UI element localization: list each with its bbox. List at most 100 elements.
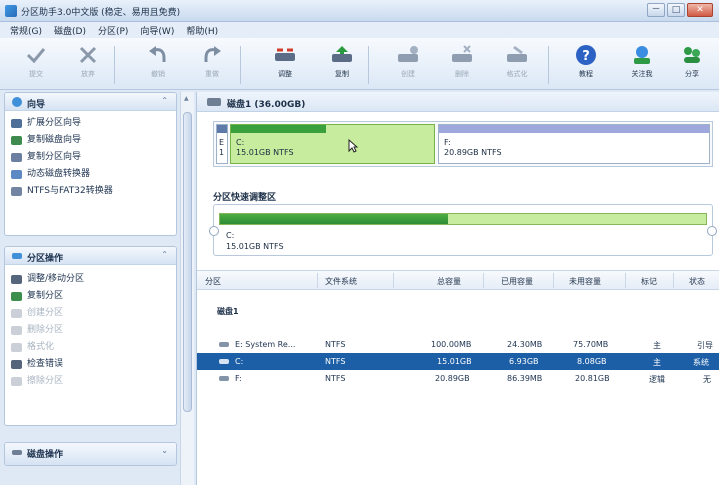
- convert-icon: [11, 187, 22, 196]
- apply-button[interactable]: 提交: [16, 44, 56, 86]
- op-create-partition[interactable]: 创建分区: [5, 305, 176, 322]
- disk-ops-header[interactable]: 磁盘操作 ⌄: [5, 443, 176, 465]
- col-total[interactable]: 总容量: [437, 276, 461, 287]
- wizard-copy-partition[interactable]: 复制分区向导: [5, 149, 176, 166]
- table-row-f[interactable]: F: NTFS 20.89GB 86.39MB 20.81GB 逻辑 无: [197, 370, 719, 387]
- wizard-panel: 向导 ⌃ 扩展分区向导 复制磁盘向导 复制分区向导 动态磁盘转换器 NTFS与F…: [4, 92, 177, 236]
- create-partition-icon: [398, 46, 418, 62]
- op-resize-move[interactable]: 调整/移动分区: [5, 271, 176, 288]
- partition-icon: [219, 376, 229, 381]
- menu-general[interactable]: 常规(G): [4, 22, 48, 38]
- wizard-icon: [12, 97, 22, 107]
- resize-handle-right[interactable]: [707, 226, 717, 236]
- table-header: 分区 文件系统 总容量 已用容量 未用容量 标记 状态: [197, 270, 719, 290]
- disk-icon: [12, 450, 22, 455]
- table-row-e[interactable]: E: System Re... NTFS 100.00MB 24.30MB 75…: [197, 336, 719, 353]
- format-icon: [11, 343, 22, 352]
- disk-map-partition-f[interactable]: F: 20.89GB NTFS: [438, 124, 710, 164]
- partition-icon: [12, 253, 22, 259]
- quick-resize-panel: C: 15.01GB NTFS: [209, 204, 717, 256]
- minimize-button[interactable]: －: [647, 3, 665, 17]
- col-filesystem[interactable]: 文件系统: [325, 276, 357, 287]
- disk-map-system-partition[interactable]: E1: [216, 124, 228, 164]
- resize-button[interactable]: 调整: [265, 44, 305, 86]
- tutorial-button[interactable]: ? 教程: [566, 44, 606, 86]
- collapse-icon[interactable]: ⌃: [161, 96, 168, 105]
- disk-group-row: 磁盘1: [217, 307, 239, 316]
- app-icon: [5, 5, 17, 17]
- wizard-dynamic-disk[interactable]: 动态磁盘转换器: [5, 166, 176, 183]
- discard-x-icon: [79, 46, 97, 64]
- copy-partition-icon: [332, 46, 352, 62]
- disk-map-partition-c[interactable]: C: 15.01GB NTFS: [230, 124, 435, 164]
- menu-partition[interactable]: 分区(P): [92, 22, 134, 38]
- undo-icon: [149, 46, 166, 62]
- copy-partition-icon: [11, 153, 22, 162]
- dynamic-disk-icon: [11, 170, 22, 179]
- wipe-icon: [11, 377, 22, 386]
- sidebar: 向导 ⌃ 扩展分区向导 复制磁盘向导 复制分区向导 动态磁盘转换器 NTFS与F…: [4, 92, 177, 485]
- disk-map: E1 C: 15.01GB NTFS F: 20.89GB NTFS: [213, 121, 713, 167]
- main-content: 磁盘1 (36.00GB) E1 C: 15.01GB NTFS F: 20.89G…: [196, 92, 719, 485]
- share-icon: [684, 47, 700, 63]
- redo-icon: [204, 46, 221, 62]
- menu-disk[interactable]: 磁盘(D): [48, 22, 92, 38]
- toolbar: 提交 放弃 撤销 重做 调整 复制 创建 删除 格式化 ? 教程 关注我 分享: [0, 38, 719, 90]
- table-row-c[interactable]: C: NTFS 15.01GB 6.93GB 8.08GB 主 系统: [197, 353, 719, 370]
- collapse-icon[interactable]: ⌃: [161, 250, 168, 259]
- col-free[interactable]: 未用容量: [569, 276, 601, 287]
- partition-ops-header[interactable]: 分区操作 ⌃: [5, 247, 176, 265]
- scroll-thumb[interactable]: [183, 112, 192, 412]
- op-copy-partition[interactable]: 复制分区: [5, 288, 176, 305]
- title-bar: 分区助手3.0中文版 (稳定、易用且免费) － □ ✕: [0, 0, 719, 22]
- menu-help[interactable]: 帮助(H): [180, 22, 224, 38]
- wizard-extend-partition[interactable]: 扩展分区向导: [5, 115, 176, 132]
- delete-icon: [11, 326, 22, 335]
- follow-icon: [634, 46, 650, 64]
- undo-button[interactable]: 撤销: [138, 44, 178, 86]
- expand-icon[interactable]: ⌄: [161, 446, 168, 455]
- wizard-copy-disk[interactable]: 复制磁盘向导: [5, 132, 176, 149]
- create-button[interactable]: 创建: [388, 44, 428, 86]
- mouse-cursor-icon: [348, 139, 358, 153]
- follow-button[interactable]: 关注我: [622, 44, 662, 86]
- redo-button[interactable]: 重做: [192, 44, 232, 86]
- discard-button[interactable]: 放弃: [68, 44, 108, 86]
- wizard-ntfs-fat32[interactable]: NTFS与FAT32转换器: [5, 183, 176, 200]
- hard-disk-icon: [207, 98, 221, 106]
- format-icon: [507, 46, 527, 62]
- partition-icon: [219, 359, 229, 364]
- col-status[interactable]: 状态: [689, 276, 705, 287]
- sidebar-scrollbar[interactable]: ▲: [180, 92, 194, 485]
- close-button[interactable]: ✕: [687, 3, 713, 17]
- delete-button[interactable]: 删除: [442, 44, 482, 86]
- partition-ops-panel: 分区操作 ⌃ 调整/移动分区 复制分区 创建分区 删除分区 格式化 检查错误 擦…: [4, 246, 177, 426]
- share-button[interactable]: 分享: [672, 44, 712, 86]
- window-title: 分区助手3.0中文版 (稳定、易用且免费): [21, 8, 181, 18]
- svg-text:?: ?: [582, 49, 590, 64]
- op-delete-partition[interactable]: 删除分区: [5, 322, 176, 339]
- col-used[interactable]: 已用容量: [501, 276, 533, 287]
- copy-button[interactable]: 复制: [322, 44, 362, 86]
- maximize-button[interactable]: □: [667, 3, 685, 17]
- op-wipe-partition[interactable]: 擦除分区: [5, 373, 176, 390]
- resize-icon: [11, 275, 22, 284]
- op-format[interactable]: 格式化: [5, 339, 176, 356]
- quick-resize-bar[interactable]: [219, 213, 707, 225]
- menu-wizard[interactable]: 向导(W): [134, 22, 180, 38]
- extend-icon: [11, 119, 22, 128]
- delete-partition-icon: [452, 45, 472, 62]
- copy-disk-icon: [11, 136, 22, 145]
- quick-resize-title: 分区快速调整区: [213, 193, 277, 203]
- partition-table: 分区 文件系统 总容量 已用容量 未用容量 标记 状态 磁盘1 E: Syste…: [197, 270, 719, 387]
- col-flag[interactable]: 标记: [641, 276, 657, 287]
- op-check-errors[interactable]: 检查错误: [5, 356, 176, 373]
- resize-handle-left[interactable]: [209, 226, 219, 236]
- format-button[interactable]: 格式化: [497, 44, 537, 86]
- col-partition[interactable]: 分区: [205, 276, 221, 287]
- scroll-up-icon[interactable]: ▲: [184, 95, 189, 102]
- menu-bar: 常规(G) 磁盘(D) 分区(P) 向导(W) 帮助(H): [0, 22, 719, 38]
- wizard-panel-header[interactable]: 向导 ⌃: [5, 93, 176, 111]
- help-question-icon: ?: [576, 45, 596, 65]
- window-controls: － □ ✕: [645, 3, 713, 17]
